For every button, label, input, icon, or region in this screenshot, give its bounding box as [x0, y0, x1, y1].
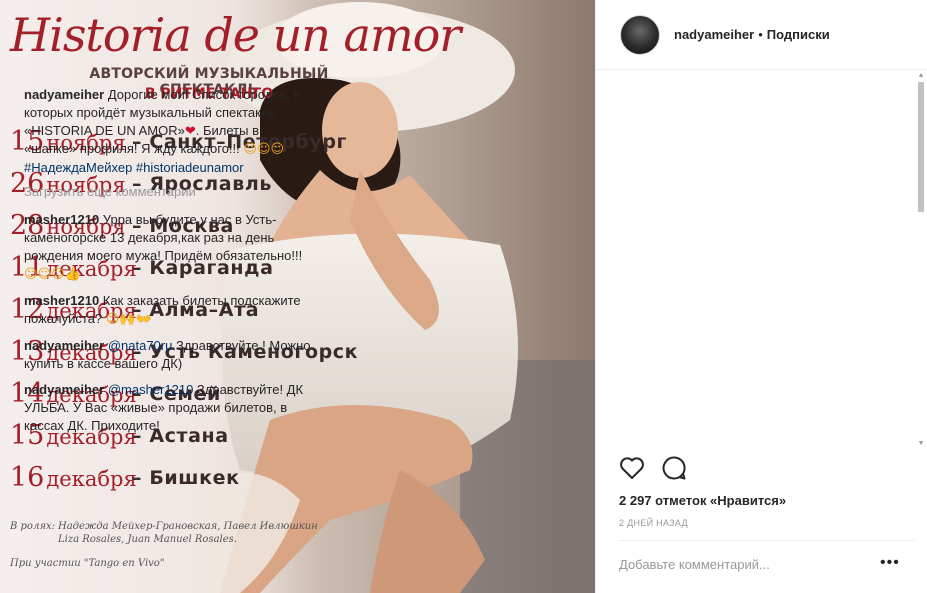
heart-icon[interactable] — [619, 456, 645, 485]
comment-mention[interactable]: @masher1210 — [108, 382, 193, 397]
comment-username[interactable]: masher1210 — [24, 293, 99, 308]
tour-date: 16декабря – Бишкек — [10, 462, 239, 504]
kiss-emoji-icons: ☺☺☺ — [243, 142, 285, 157]
following-button[interactable]: Подписки — [767, 27, 830, 42]
comment-mention[interactable]: @nata70ru — [108, 338, 173, 353]
comment-username[interactable]: masher1210 — [24, 212, 99, 227]
date-city: – Бишкек — [132, 467, 240, 489]
header-separator: • — [758, 27, 763, 42]
divider — [619, 540, 915, 541]
comment-icon[interactable] — [661, 455, 687, 486]
credits-label: В ролях: — [10, 521, 55, 532]
scroll-up-icon[interactable]: ▲ — [917, 72, 925, 80]
post-actions — [619, 455, 687, 485]
comments-scrollbar[interactable]: ▲ ▼ — [915, 70, 927, 450]
scrollbar-thumb[interactable] — [918, 82, 924, 212]
caption: nadyameiher Дорогие мои! Список городов,… — [24, 86, 314, 177]
comment-emoji-icons: ☺☺☺👍 — [24, 267, 81, 282]
header-username[interactable]: nadyameiher — [674, 27, 754, 42]
poster-credits-participation: При участии "Tango en Vivo" — [10, 558, 165, 569]
poster-title: Historia de un amor — [10, 8, 461, 62]
comment-username[interactable]: nadyameiher — [24, 382, 104, 397]
caption-username[interactable]: nadyameiher — [24, 87, 104, 102]
post-header: nadyameiher • Подписки — [596, 0, 927, 70]
credits-line: Liza Rosales, Juan Manuel Rosales. — [58, 534, 237, 545]
credits-line: Надежда Мейхер-Грановская, Павел Ивлюшки… — [58, 521, 318, 532]
add-comment-input[interactable] — [619, 557, 869, 572]
load-more-comments-button[interactable]: Загрузить еще комментарии — [24, 183, 314, 201]
scroll-down-icon[interactable]: ▼ — [917, 440, 925, 448]
comment: nadyameiher @masher1210 Здравствуйте! ДК… — [24, 381, 314, 435]
poster-credits: В ролях: Надежда Мейхер-Грановская, Павел… — [10, 520, 330, 546]
date-day: 16 — [10, 462, 45, 493]
comment-emoji-icons: ☺🙌👐 — [105, 312, 152, 327]
likes-count[interactable]: 2 297 отметок «Нравится» — [619, 493, 786, 508]
date-month: декабря — [46, 467, 137, 491]
red-heart-emoji: ❤ — [184, 123, 196, 138]
comments-list[interactable]: nadyameiher Дорогие мои! Список городов,… — [24, 86, 314, 451]
comment: nadyameiher @nata70ru Здравствуйте ! Мож… — [24, 337, 314, 373]
post-timestamp[interactable]: 2 ДНЕЙ НАЗАД — [619, 518, 688, 528]
comment: masher1210 Урра вы будите у нас в Усть-к… — [24, 211, 314, 284]
comment-username[interactable]: nadyameiher — [24, 338, 104, 353]
comment: masher1210 Как заказать билеты,подскажит… — [24, 292, 314, 329]
caption-hashtags[interactable]: #НадеждаМейхер #historiadeunamor — [24, 160, 244, 175]
avatar[interactable] — [620, 14, 660, 55]
more-options-button[interactable]: ••• — [880, 554, 900, 572]
